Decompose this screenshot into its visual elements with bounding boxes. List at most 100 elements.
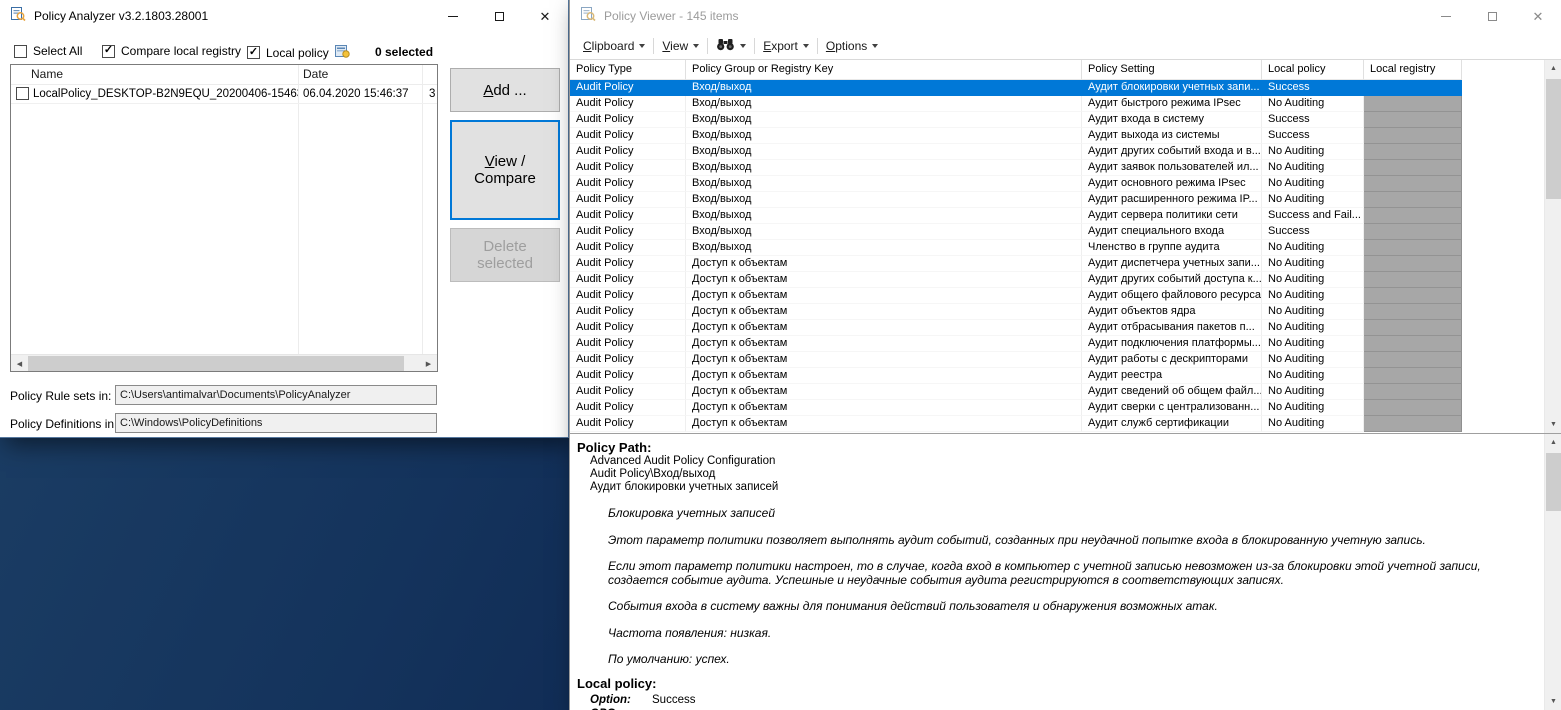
checkbox-box[interactable] [247,46,260,59]
list-item[interactable]: LocalPolicy_DESKTOP-B2N9EQU_20200406-154… [11,85,437,104]
maximize-button[interactable] [1469,0,1515,32]
table-cell: Аудит общего файлового ресурса [1082,288,1262,304]
local-registry-cell [1364,256,1462,272]
table-row[interactable]: Audit PolicyДоступ к объектамАудит отбра… [570,320,1543,336]
table-cell: Аудит заявок пользователей ил... [1082,160,1262,176]
scroll-up-button[interactable]: ▲ [1545,60,1561,77]
chevron-down-icon [872,44,878,48]
local-policy-checkbox[interactable]: Local policy [247,44,350,61]
table-cell: Audit Policy [570,224,686,240]
scroll-left-button[interactable]: ◀ [11,355,28,372]
view-compare-button[interactable]: View / Compare [450,120,560,220]
table-row[interactable]: Audit PolicyВход/выходАудит расширенного… [570,192,1543,208]
menu-find[interactable] [709,35,753,57]
table-row[interactable]: Audit PolicyВход/выходАудит выхода из си… [570,128,1543,144]
checkbox-box[interactable] [102,45,115,58]
policy-rule-set-list[interactable]: Name Date LocalPolicy_DESKTOP-B2N9EQU_20… [10,64,438,372]
table-row[interactable]: Audit PolicyВход/выходАудит специального… [570,224,1543,240]
local-registry-cell [1364,352,1462,368]
table-cell: Вход/выход [686,160,1082,176]
select-all-checkbox[interactable]: Select All [14,44,82,58]
row-checkbox[interactable] [16,87,29,100]
horizontal-scrollbar[interactable]: ◀ ▶ [11,354,437,371]
description-paragraph: События входа в систему важны для понима… [577,600,1536,614]
scroll-right-button[interactable]: ▶ [420,355,437,372]
table-row[interactable]: Audit PolicyВход/выходАудит входа в сист… [570,112,1543,128]
column-local-policy[interactable]: Local policy [1262,60,1364,80]
compare-local-registry-checkbox[interactable]: Compare local registry [102,44,241,58]
column-policy-setting[interactable]: Policy Setting [1082,60,1262,80]
local-registry-cell [1364,224,1462,240]
table-cell: Success [1262,80,1364,96]
definitions-path-field[interactable]: C:\Windows\PolicyDefinitions [115,413,437,433]
table-row[interactable]: Audit PolicyДоступ к объектамАудит сверк… [570,400,1543,416]
column-local-registry[interactable]: Local registry [1364,60,1462,80]
table-cell: No Auditing [1262,400,1364,416]
minimize-button[interactable] [430,0,476,32]
analyzer-titlebar[interactable]: Policy Analyzer v3.2.1803.28001 ✕ [0,0,568,32]
table-row[interactable]: Audit PolicyВход/выходАудит блокировки у… [570,80,1543,96]
scroll-up-button[interactable]: ▲ [1545,434,1561,451]
table-row[interactable]: Audit PolicyДоступ к объектамАудит подкл… [570,336,1543,352]
minimize-button[interactable] [1423,0,1469,32]
row-filler [1462,352,1543,368]
table-cell: Audit Policy [570,128,686,144]
table-row[interactable]: Audit PolicyВход/выходАудит заявок польз… [570,160,1543,176]
viewer-menubar: Clipboard View Export Optio [570,32,1561,60]
row-filler [1462,144,1543,160]
table-cell: Вход/выход [686,128,1082,144]
add-button[interactable]: Add ... [450,68,560,112]
maximize-button[interactable] [476,0,522,32]
table-row[interactable]: Audit PolicyДоступ к объектамАудит объек… [570,304,1543,320]
table-scrollbar[interactable]: ▲ ▼ [1544,60,1561,433]
column-policy-type[interactable]: Policy Type [570,60,686,80]
menu-clipboard[interactable]: Clipboard [576,36,652,56]
table-row[interactable]: Audit PolicyВход/выходАудит быстрого реж… [570,96,1543,112]
table-row[interactable]: Audit PolicyВход/выходАудит сервера поли… [570,208,1543,224]
details-scrollbar[interactable]: ▲ ▼ [1544,434,1561,710]
close-button[interactable]: ✕ [1515,0,1561,32]
table-cell: No Auditing [1262,272,1364,288]
list-column-date[interactable]: Date [298,65,422,84]
local-registry-cell [1364,400,1462,416]
scroll-down-button[interactable]: ▼ [1545,416,1561,433]
table-row[interactable]: Audit PolicyДоступ к объектамАудит диспе… [570,256,1543,272]
table-cell: Success [1262,112,1364,128]
list-column-extra[interactable] [422,65,437,84]
close-button[interactable]: ✕ [522,0,568,32]
table-row[interactable]: Audit PolicyДоступ к объектамАудит работ… [570,352,1543,368]
local-registry-cell [1364,304,1462,320]
description-paragraph: По умолчанию: успех. [577,653,1536,667]
table-cell: Аудит входа в систему [1082,112,1262,128]
table-cell: Аудит сервера политики сети [1082,208,1262,224]
table-cell: Audit Policy [570,320,686,336]
table-row[interactable]: Audit PolicyВход/выходЧленство в группе … [570,240,1543,256]
viewer-titlebar[interactable]: Policy Viewer - 145 items ✕ [570,0,1561,32]
column-policy-group[interactable]: Policy Group or Registry Key [686,60,1082,80]
table-row[interactable]: Audit PolicyВход/выходАудит других событ… [570,144,1543,160]
table-row[interactable]: Audit PolicyДоступ к объектамАудит служб… [570,416,1543,432]
table-cell: Аудит блокировки учетных запи... [1082,80,1262,96]
list-column-name[interactable]: Name [11,65,298,84]
table-row[interactable]: Audit PolicyДоступ к объектамАудит сведе… [570,384,1543,400]
menu-options[interactable]: Options [819,36,885,56]
rule-sets-path-field[interactable]: C:\Users\antimalvar\Documents\PolicyAnal… [115,385,437,405]
scrollbar-thumb[interactable] [28,356,404,371]
description-paragraph: Частота появления: низкая. [577,627,1536,641]
table-row[interactable]: Audit PolicyДоступ к объектамАудит други… [570,272,1543,288]
local-registry-cell [1364,384,1462,400]
menu-view[interactable]: View [655,36,706,56]
table-row[interactable]: Audit PolicyВход/выходАудит основного ре… [570,176,1543,192]
table-row[interactable]: Audit PolicyДоступ к объектамАудит реест… [570,368,1543,384]
table-row[interactable]: Audit PolicyДоступ к объектамАудит общег… [570,288,1543,304]
table-cell: Success and Fail... [1262,208,1364,224]
checkbox-box[interactable] [14,45,27,58]
scroll-down-button[interactable]: ▼ [1545,693,1561,710]
table-body: Audit PolicyВход/выходАудит блокировки у… [570,80,1543,432]
scrollbar-thumb[interactable] [1546,79,1561,199]
scrollbar-thumb[interactable] [1546,453,1561,511]
local-policy-heading: Local policy: [577,676,1536,691]
row-filler [1462,80,1543,96]
table-cell: Вход/выход [686,112,1082,128]
menu-export[interactable]: Export [756,36,816,56]
